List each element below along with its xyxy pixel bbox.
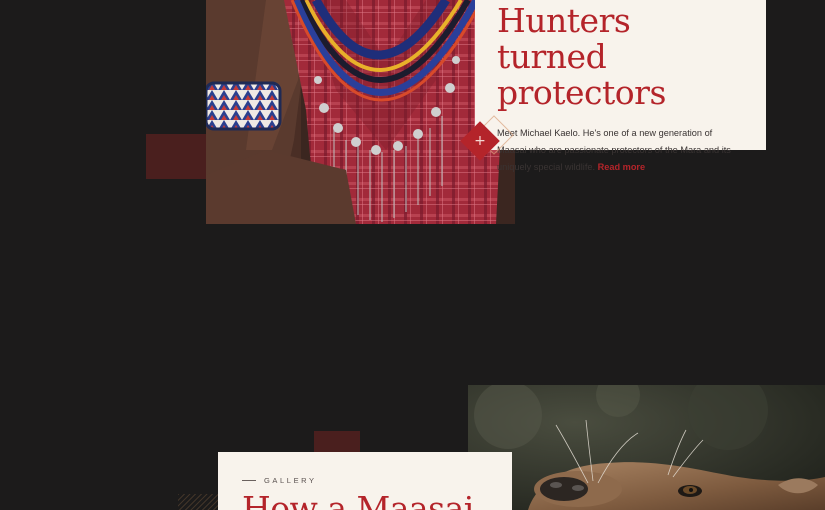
decorative-square bbox=[146, 134, 208, 179]
eyebrow-divider bbox=[242, 480, 256, 481]
gallery-card: GALLERY How a Maasai bbox=[218, 452, 512, 510]
story-excerpt: Meet Michael Kaelo. He's one of a new ge… bbox=[497, 125, 744, 176]
maasai-portrait-photo bbox=[206, 0, 515, 224]
read-more-link[interactable]: Read more bbox=[598, 162, 646, 172]
decorative-square bbox=[314, 431, 360, 453]
gallery-eyebrow: GALLERY bbox=[242, 476, 488, 485]
gallery-title: How a Maasai bbox=[242, 489, 474, 510]
story-card: Hunters turned protectors Meet Michael K… bbox=[475, 0, 766, 172]
lion-photo bbox=[468, 385, 825, 510]
decorative-hatch bbox=[178, 494, 220, 510]
story-title: Hunters turned protectors bbox=[497, 1, 666, 112]
gallery-label: GALLERY bbox=[264, 476, 317, 485]
